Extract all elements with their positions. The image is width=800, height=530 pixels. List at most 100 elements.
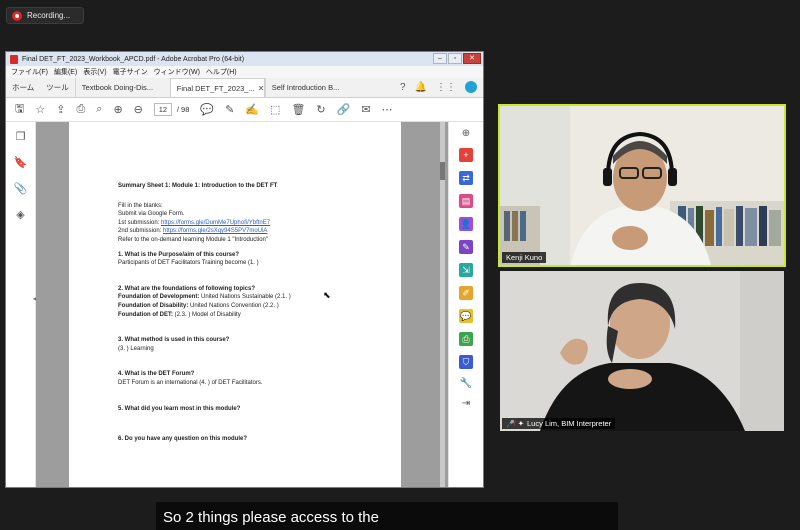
answer-2-3: Foundation of DET: (2.3. ) Model of Disa… xyxy=(118,311,401,320)
layers-icon[interactable]: ◈ xyxy=(16,208,24,221)
save-icon[interactable]: 🖫 xyxy=(15,100,24,119)
more-icon[interactable]: ⋯ xyxy=(382,103,393,116)
combine-icon[interactable]: ⇄ xyxy=(459,171,473,185)
upload-icon[interactable]: ⇪ xyxy=(56,103,65,116)
form-link-2[interactable]: https://forms.gle/2sXqy94S5PV7moUiA xyxy=(163,228,267,234)
expand-icon[interactable]: ⇥ xyxy=(462,398,470,409)
page-text: 2nd submission: xyxy=(118,228,164,235)
edit-pdf-icon[interactable]: ✐ xyxy=(459,286,473,300)
minimize-button[interactable]: – xyxy=(433,53,447,64)
caption-text: So 2 things please access to the xyxy=(163,509,379,526)
page-up-icon[interactable]: ⊕ xyxy=(113,103,122,116)
tab-home[interactable]: ホーム xyxy=(6,78,40,97)
page-down-icon[interactable]: ⊖ xyxy=(134,103,143,116)
video-tile-speaker[interactable]: Kenji Kuno xyxy=(498,104,786,267)
answer-1: Participants of DET Facilitators Trainin… xyxy=(118,260,259,267)
menu-help[interactable]: ヘルプ(H) xyxy=(206,67,237,77)
organize-icon[interactable]: ▤ xyxy=(459,194,473,208)
page-text: United Nations Convention (2.2. ) xyxy=(188,302,279,309)
export-icon[interactable]: ⇲ xyxy=(459,263,473,277)
page-text: Fill in the blanks: xyxy=(118,202,163,209)
menu-bar: ファイル(F) 編集(E) 表示(V) 電子サイン ウィンドウ(W) ヘルプ(H… xyxy=(6,66,483,78)
video-tile-interpreter[interactable]: 🎤̸ ✦ Lucy Lim, BIM Interpreter xyxy=(500,271,784,431)
comment-icon[interactable]: 💬 xyxy=(200,103,214,116)
question-5: 5. What did you learn most in this modul… xyxy=(118,405,241,412)
tab-bar: ホーム ツール Textbook Doing-Dis... Final DET_… xyxy=(6,78,483,98)
recording-indicator[interactable]: Recording... xyxy=(6,7,84,24)
comment-tool-icon[interactable]: 💬 xyxy=(459,309,473,323)
page-text: Refer to the on-demand learning Module 1… xyxy=(118,236,269,243)
print-production-icon[interactable]: ⎙ xyxy=(459,332,473,346)
stamp-icon[interactable]: ⬚ xyxy=(270,103,280,116)
pen-icon[interactable]: ✎ xyxy=(225,103,234,116)
menu-view[interactable]: 表示(V) xyxy=(83,67,106,77)
question-1: 1. What is the Purpose/aim of this cours… xyxy=(118,251,240,258)
right-tool-panel: ⊕ + ⇄ ▤ 👤 ✎ ⇲ ✐ 💬 ⎙ ⛉ 🔧 ⇥ xyxy=(448,122,483,487)
fill-sign-icon[interactable]: ✎ xyxy=(459,240,473,254)
account-avatar[interactable] xyxy=(465,81,477,93)
pdf-app-icon xyxy=(10,54,18,64)
tab-doc-textbook[interactable]: Textbook Doing-Dis... xyxy=(74,78,170,97)
question-3: 3. What method is used in this course? xyxy=(118,337,230,344)
interpreter-video xyxy=(500,271,784,431)
sign-icon[interactable]: ✍ xyxy=(245,103,259,116)
question-4: 4. What is the DET Forum? xyxy=(118,371,195,378)
speaker-video xyxy=(500,106,784,265)
apps-grid-icon[interactable]: ⋮⋮ xyxy=(436,82,456,93)
close-button[interactable]: ✕ xyxy=(463,53,481,64)
mouse-cursor-icon: ⬉ xyxy=(323,290,331,300)
zoom-icon[interactable]: ⊕ xyxy=(462,128,470,139)
protect-icon[interactable]: ⛉ xyxy=(459,355,473,369)
submission-1: 1st submission: https://forms.gle/DumMe7… xyxy=(118,219,401,228)
form-link-1[interactable]: https://forms.gle/DumMe7Uphofi/YbftnE7 xyxy=(161,220,270,226)
create-pdf-icon[interactable]: + xyxy=(459,148,473,162)
submission-2: 2nd submission: https://forms.gle/2sXqy9… xyxy=(118,227,401,236)
pin-icon: ✦ xyxy=(517,419,525,428)
tab-tools[interactable]: ツール xyxy=(40,78,75,97)
participant-name-tag: 🎤̸ ✦ Lucy Lim, BIM Interpreter xyxy=(502,418,616,429)
tab-close-icon[interactable]: ✕ xyxy=(258,84,264,93)
star-icon[interactable]: ☆ xyxy=(35,103,45,116)
page-text: 1st submission: xyxy=(118,219,162,226)
answer-2-1: Foundation of Development: United Nation… xyxy=(118,293,401,302)
document-viewer[interactable]: Summary Sheet 1: Module 1: Introduction … xyxy=(36,122,448,487)
print-icon[interactable]: ⎙ xyxy=(76,103,85,116)
menu-edit[interactable]: 編集(E) xyxy=(54,67,77,77)
label: Foundation of DET: xyxy=(118,311,173,318)
help-icon[interactable]: ? xyxy=(400,82,406,93)
record-icon xyxy=(12,10,22,21)
vertical-scrollbar[interactable] xyxy=(440,122,445,487)
more-tools-icon[interactable]: 🔧 xyxy=(460,378,472,389)
acrobat-content: ❐ 🔖 📎 ◈ ◀ Summary Sheet 1: Module 1: Int… xyxy=(6,122,483,487)
tab-label: Final DET_FT_2023_... xyxy=(176,83,255,93)
maximize-button[interactable]: ▫ xyxy=(448,53,462,64)
answer-3: (3. ) Learning xyxy=(118,345,154,352)
pdf-page: Summary Sheet 1: Module 1: Introduction … xyxy=(69,122,401,487)
menu-file[interactable]: ファイル(F) xyxy=(11,67,48,77)
share-icon[interactable]: 👤 xyxy=(459,217,473,231)
link-icon[interactable]: 🔗 xyxy=(337,103,351,116)
bookmark-icon[interactable]: 🔖 xyxy=(14,156,28,169)
participant-name: Kenji Kuno xyxy=(506,253,543,262)
menu-esign[interactable]: 電子サイン xyxy=(113,67,148,77)
page-number-input[interactable]: 12 xyxy=(153,103,172,116)
toolbar: 🖫 ☆ ⇪ ⎙ ⌕ ⊕ ⊖ 12 / 98 💬 ✎ ✍ ⬚ 🗑 ↻ 🔗 ✉ ⋯ xyxy=(6,98,483,122)
answer-4: DET Forum is an international (4. ) of D… xyxy=(118,379,263,386)
attachment-icon[interactable]: 📎 xyxy=(14,182,28,195)
rotate-icon[interactable]: ↻ xyxy=(316,103,325,116)
acrobat-window: Final DET_FT_2023_Workbook_APCD.pdf - Ad… xyxy=(5,51,484,488)
bell-icon[interactable]: 🔔 xyxy=(415,82,427,93)
page-text: Submit via Google Form. xyxy=(118,211,185,218)
question-6: 6. Do you have any question on this modu… xyxy=(118,436,248,443)
scroll-thumb[interactable] xyxy=(440,162,445,180)
delete-icon[interactable]: 🗑 xyxy=(291,103,305,116)
mic-muted-icon: 🎤̸ xyxy=(506,420,515,428)
page-total: / 98 xyxy=(176,105,190,114)
mail-icon[interactable]: ✉ xyxy=(361,103,370,116)
tab-doc-self-intro[interactable]: Self Introduction B... xyxy=(264,78,360,97)
search-icon[interactable]: ⌕ xyxy=(96,103,102,116)
tab-doc-final[interactable]: Final DET_FT_2023_... ✕ xyxy=(169,78,265,97)
label: Foundation of Development: xyxy=(118,294,200,301)
pages-icon[interactable]: ❐ xyxy=(16,130,26,143)
menu-window[interactable]: ウィンドウ(W) xyxy=(154,67,200,77)
